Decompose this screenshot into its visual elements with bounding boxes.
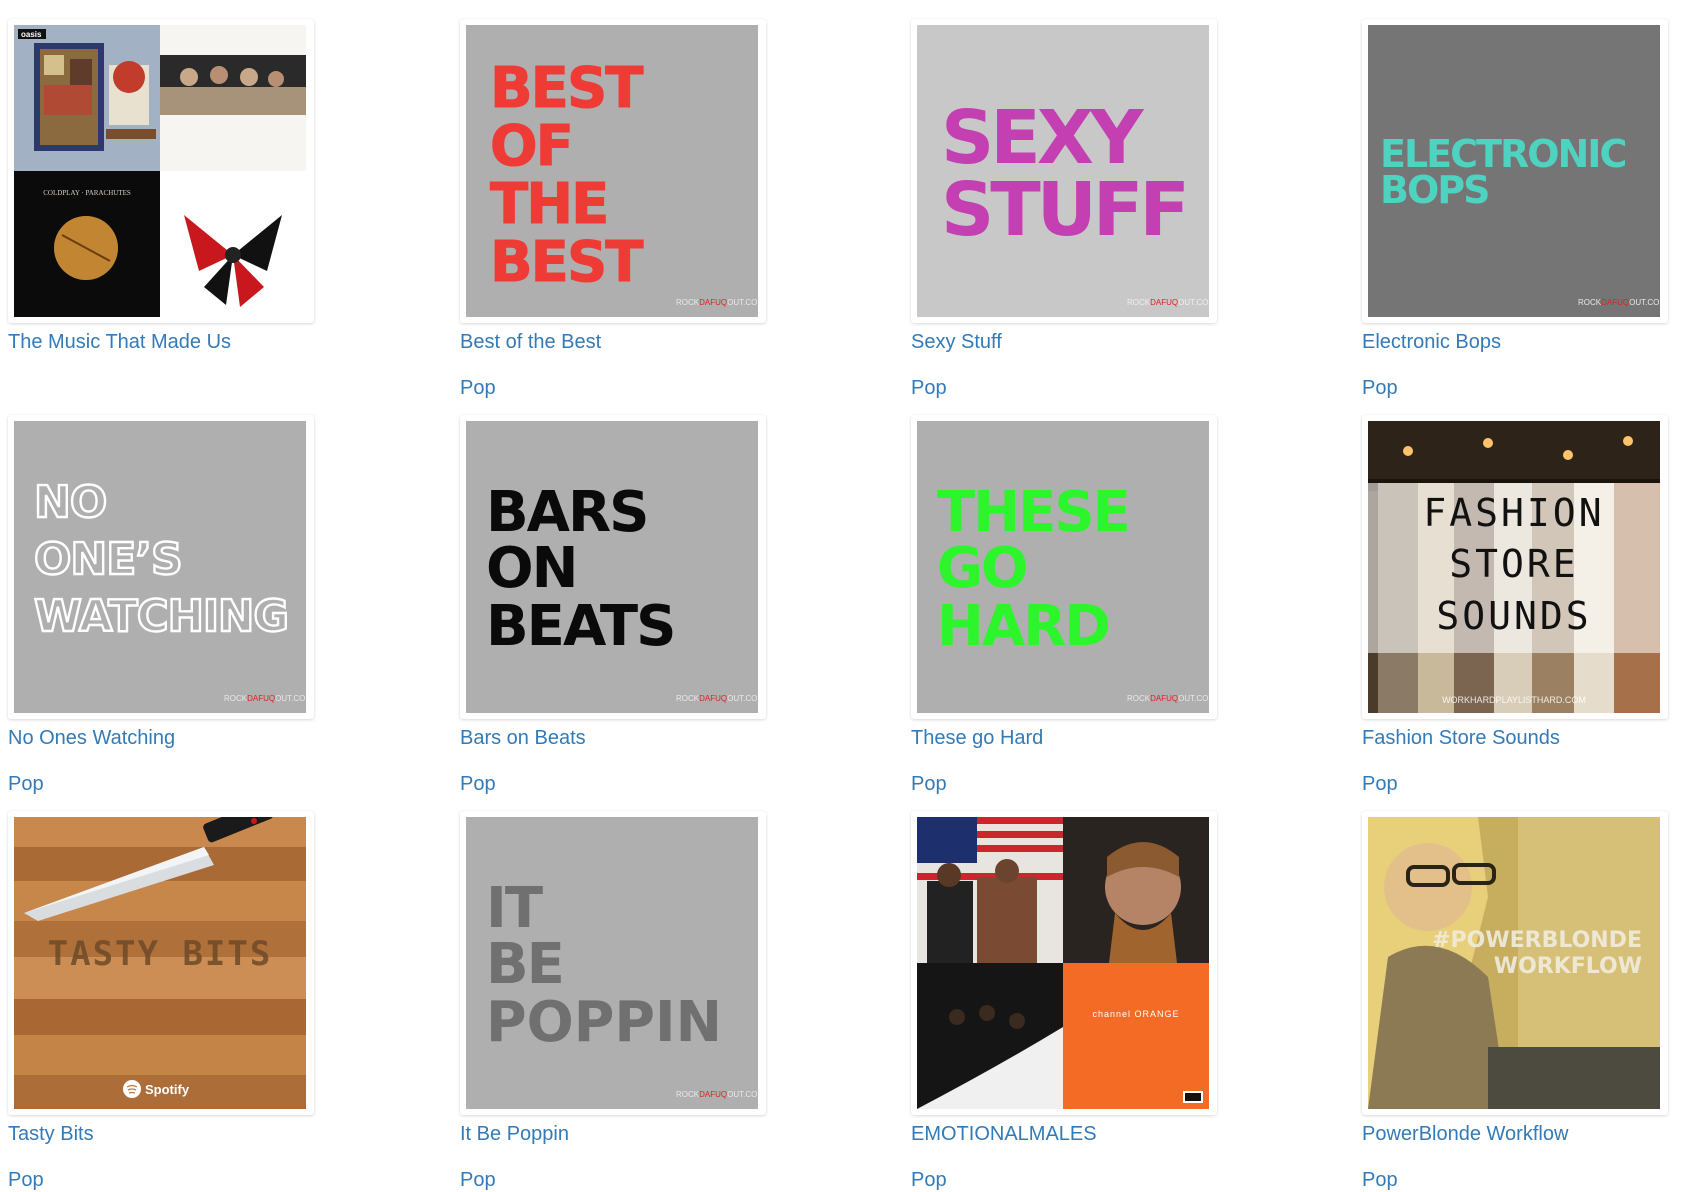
playlist-title[interactable]: PowerBlonde Workflow xyxy=(1362,1123,1568,1146)
svg-text:WORKFLOW: WORKFLOW xyxy=(1494,954,1642,979)
text-cover-icon: SEXY STUFF ROCKDAFUQOUT.COM xyxy=(917,25,1209,317)
svg-text:FASHION: FASHION xyxy=(1423,491,1604,535)
svg-text:HARD: HARD xyxy=(937,594,1109,659)
playlist-cover[interactable]: channel ORANGE xyxy=(911,811,1217,1115)
playlist-cover[interactable]: oasis COLDPLAY · PARACHUTES xyxy=(8,19,314,323)
svg-text:#POWERBLONDE: #POWERBLONDE xyxy=(1432,928,1642,953)
playlist-genre[interactable]: Pop xyxy=(911,377,947,400)
oasis-label: oasis xyxy=(21,30,42,39)
text-cover-icon: ELECTRONIC BOPS ROCKDAFUQOUT.COM xyxy=(1368,25,1660,317)
svg-text:BEATS: BEATS xyxy=(486,594,674,659)
playlist-title[interactable]: No Ones Watching xyxy=(8,727,175,750)
svg-text:ON: ON xyxy=(486,536,576,601)
svg-text:SOUNDS: SOUNDS xyxy=(1436,594,1591,638)
svg-text:ROCKDAFUQOUT.COM: ROCKDAFUQOUT.COM xyxy=(224,694,306,703)
woman-laptop-photo-icon: #POWERBLONDE WORKFLOW xyxy=(1368,817,1660,1109)
playlist-genre[interactable]: Pop xyxy=(8,1169,44,1192)
clothes-rack-icon: FASHION STORE SOUNDS WORKHARDPLAYLISTHAR… xyxy=(1368,421,1660,713)
svg-text:THE: THE xyxy=(490,172,607,237)
svg-text:OF: OF xyxy=(490,114,572,179)
playlist-cover[interactable]: BEST OF THE BEST ROCKDAFUQOUT.COM xyxy=(460,19,766,323)
svg-text:ROCKDAFUQOUT.COM: ROCKDAFUQOUT.COM xyxy=(676,298,758,307)
svg-text:ROCKDAFUQOUT.COM: ROCKDAFUQOUT.COM xyxy=(676,1090,758,1099)
playlist-genre[interactable]: Pop xyxy=(460,773,496,796)
playlist-cover[interactable]: #POWERBLONDE WORKFLOW xyxy=(1362,811,1668,1115)
svg-text:BOPS: BOPS xyxy=(1380,168,1489,212)
svg-text:ROCKDAFUQOUT.COM: ROCKDAFUQOUT.COM xyxy=(1127,298,1209,307)
album-collage-icon: oasis COLDPLAY · PARACHUTES xyxy=(14,25,306,317)
text-cover-icon: THESE GO HARD ROCKDAFUQOUT.COM xyxy=(917,421,1209,713)
playlist-genre[interactable]: Pop xyxy=(911,1169,947,1192)
svg-text:POPPIN: POPPIN xyxy=(486,990,722,1055)
album-collage-icon: channel ORANGE xyxy=(917,817,1209,1109)
svg-text:ONE’S: ONE’S xyxy=(34,534,182,585)
playlist-title[interactable]: Sexy Stuff xyxy=(911,331,1002,354)
svg-text:STUFF: STUFF xyxy=(941,167,1186,253)
playlist-cover[interactable]: SEXY STUFF ROCKDAFUQOUT.COM xyxy=(911,19,1217,323)
playlist-cover[interactable]: FASHION STORE SOUNDS WORKHARDPLAYLISTHAR… xyxy=(1362,415,1668,719)
playlist-genre[interactable]: Pop xyxy=(8,773,44,796)
knife-cutting-board-icon: TASTY BITS Spotify xyxy=(14,817,306,1109)
svg-text:ROCKDAFUQOUT.COM: ROCKDAFUQOUT.COM xyxy=(676,694,758,703)
playlist-cover[interactable]: BARS ON BEATS ROCKDAFUQOUT.COM xyxy=(460,415,766,719)
playlist-genre[interactable]: Pop xyxy=(1362,377,1398,400)
playlist-genre[interactable]: Pop xyxy=(911,773,947,796)
playlist-genre[interactable]: Pop xyxy=(1362,1169,1398,1192)
text-cover-icon: BARS ON BEATS ROCKDAFUQOUT.COM xyxy=(466,421,758,713)
playlist-title[interactable]: These go Hard xyxy=(911,727,1043,750)
svg-text:channel ORANGE: channel ORANGE xyxy=(1092,1009,1179,1019)
svg-text:STORE: STORE xyxy=(1449,542,1578,586)
playlist-title[interactable]: The Music That Made Us xyxy=(8,331,231,354)
playlist-title[interactable]: Tasty Bits xyxy=(8,1123,94,1146)
playlist-title[interactable]: Best of the Best xyxy=(460,331,601,354)
playlist-title[interactable]: It Be Poppin xyxy=(460,1123,569,1146)
playlist-genre[interactable]: Pop xyxy=(460,1169,496,1192)
playlist-title[interactable]: Fashion Store Sounds xyxy=(1362,727,1560,750)
playlist-cover[interactable]: TASTY BITS Spotify xyxy=(8,811,314,1115)
text-cover-icon: NO ONE’S WATCHING ROCKDAFUQOUT.COM xyxy=(14,421,306,713)
text-cover-icon: IT BE POPPIN ROCKDAFUQOUT.COM xyxy=(466,817,758,1109)
svg-text:TASTY BITS: TASTY BITS xyxy=(48,934,273,974)
playlist-cover[interactable]: NO ONE’S WATCHING ROCKDAFUQOUT.COM xyxy=(8,415,314,719)
playlist-cover[interactable]: IT BE POPPIN ROCKDAFUQOUT.COM xyxy=(460,811,766,1115)
text-cover-icon: BEST OF THE BEST ROCKDAFUQOUT.COM xyxy=(466,25,758,317)
playlist-title[interactable]: Electronic Bops xyxy=(1362,331,1501,354)
playlist-title[interactable]: EMOTIONALMALES xyxy=(911,1123,1097,1146)
playlist-grid: oasis COLDPLAY · PARACHUTES The Music Th… xyxy=(0,0,1683,1191)
playlist-title[interactable]: Bars on Beats xyxy=(460,727,586,750)
svg-text:WATCHING: WATCHING xyxy=(34,591,288,642)
svg-text:BEST: BEST xyxy=(490,56,643,121)
parachutes-label: COLDPLAY · PARACHUTES xyxy=(43,189,131,197)
svg-text:ROCKDAFUQOUT.COM: ROCKDAFUQOUT.COM xyxy=(1127,694,1209,703)
svg-text:BE: BE xyxy=(486,932,563,997)
svg-text:ROCKDAFUQOUT.COM: ROCKDAFUQOUT.COM xyxy=(1578,298,1660,307)
playlist-genre[interactable]: Pop xyxy=(1362,773,1398,796)
playlist-cover[interactable]: ELECTRONIC BOPS ROCKDAFUQOUT.COM xyxy=(1362,19,1668,323)
svg-text:BEST: BEST xyxy=(490,230,643,295)
playlist-genre[interactable]: Pop xyxy=(460,377,496,400)
svg-text:WORKHARDPLAYLISTHARD.COM: WORKHARDPLAYLISTHARD.COM xyxy=(1442,695,1586,705)
svg-text:GO: GO xyxy=(937,536,1027,601)
svg-text:NO: NO xyxy=(34,477,106,528)
svg-text:Spotify: Spotify xyxy=(145,1082,190,1097)
playlist-cover[interactable]: THESE GO HARD ROCKDAFUQOUT.COM xyxy=(911,415,1217,719)
